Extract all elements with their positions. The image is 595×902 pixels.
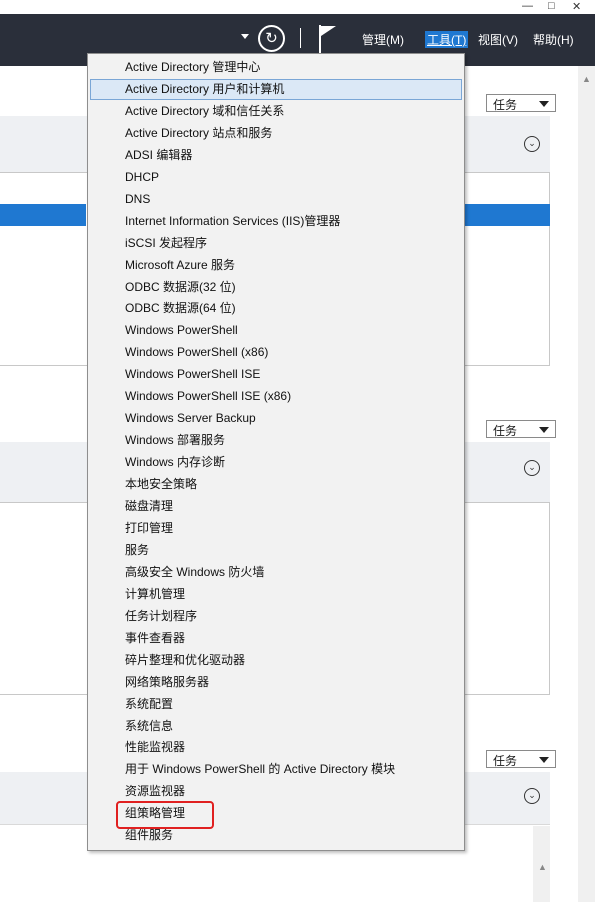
- tools-menu-item[interactable]: DHCP: [90, 167, 462, 188]
- chevron-down-icon: [539, 757, 549, 763]
- tasks-label: 任务: [493, 754, 518, 768]
- tools-menu-item[interactable]: Windows PowerShell (x86): [90, 342, 462, 363]
- tools-menu-item[interactable]: Microsoft Azure 服务: [90, 255, 462, 276]
- tools-dropdown-menu: Active Directory 管理中心 Active Directory 用户…: [87, 53, 465, 851]
- menu-help[interactable]: 帮助(H): [533, 31, 574, 48]
- tools-menu-item[interactable]: 用于 Windows PowerShell 的 Active Directory…: [90, 759, 462, 780]
- scroll-up-icon[interactable]: ▲: [582, 74, 591, 84]
- tools-menu-item[interactable]: Windows Server Backup: [90, 408, 462, 429]
- selected-row[interactable]: [0, 204, 86, 226]
- tools-menu-item[interactable]: ADSI 编辑器: [90, 145, 462, 166]
- tools-menu-item[interactable]: 磁盘清理: [90, 496, 462, 517]
- tasks-dropdown-1[interactable]: 任务: [486, 94, 556, 112]
- tasks-label: 任务: [493, 98, 518, 112]
- tools-menu-item[interactable]: 任务计划程序: [90, 606, 462, 627]
- tasks-dropdown-3[interactable]: 任务: [486, 750, 556, 768]
- refresh-icon[interactable]: ↻: [258, 25, 285, 52]
- tools-menu-item[interactable]: Windows PowerShell ISE: [90, 364, 462, 385]
- expand-icon[interactable]: ⌄: [524, 136, 540, 152]
- menu-tools[interactable]: 工具(T): [425, 31, 469, 48]
- close-icon[interactable]: ✕: [572, 0, 581, 13]
- tools-menu-item[interactable]: 计算机管理: [90, 584, 462, 605]
- tools-menu-item[interactable]: Internet Information Services (IIS)管理器: [90, 211, 462, 232]
- tools-menu-item[interactable]: 性能监视器: [90, 737, 462, 758]
- minimize-icon[interactable]: —: [522, 0, 533, 12]
- tools-menu-item[interactable]: DNS: [90, 189, 462, 210]
- menu-manage[interactable]: 管理(M): [362, 31, 404, 48]
- tools-menu-item[interactable]: 系统信息: [90, 716, 462, 737]
- expand-icon[interactable]: ⌄: [524, 460, 540, 476]
- tools-menu-item[interactable]: 高级安全 Windows 防火墙: [90, 562, 462, 583]
- tasks-dropdown-2[interactable]: 任务: [486, 420, 556, 438]
- chevron-down-icon: [539, 427, 549, 433]
- tools-menu-item[interactable]: 资源监视器: [90, 781, 462, 802]
- tools-menu-item[interactable]: Active Directory 管理中心: [90, 57, 462, 78]
- expand-icon[interactable]: ⌄: [524, 788, 540, 804]
- tools-menu-item[interactable]: Windows PowerShell ISE (x86): [90, 386, 462, 407]
- tools-menu-item[interactable]: Active Directory 站点和服务: [90, 123, 462, 144]
- tools-menu-item[interactable]: ODBC 数据源(32 位): [90, 277, 462, 298]
- annotation-highlight-box: [116, 801, 214, 829]
- tools-menu-item[interactable]: 打印管理: [90, 518, 462, 539]
- tools-menu-item[interactable]: Windows 内存诊断: [90, 452, 462, 473]
- notification-flag-icon[interactable]: [318, 24, 338, 54]
- scroll-up-icon[interactable]: ▲: [538, 862, 547, 872]
- tools-menu-item[interactable]: Active Directory 域和信任关系: [90, 101, 462, 122]
- menu-view[interactable]: 视图(V): [478, 31, 518, 48]
- tasks-label: 任务: [493, 424, 518, 438]
- tools-menu-item[interactable]: Windows PowerShell: [90, 320, 462, 341]
- window-titlebar: — □ ✕: [0, 0, 595, 14]
- tools-menu-item[interactable]: Active Directory 用户和计算机: [90, 78, 462, 100]
- tools-menu-item[interactable]: iSCSI 发起程序: [90, 233, 462, 254]
- maximize-icon[interactable]: □: [548, 0, 555, 12]
- tools-menu-item[interactable]: 本地安全策略: [90, 474, 462, 495]
- tools-menu-item[interactable]: 服务: [90, 540, 462, 561]
- tools-menu-item[interactable]: 网络策略服务器: [90, 672, 462, 693]
- tools-menu-item[interactable]: ODBC 数据源(64 位): [90, 298, 462, 319]
- chevron-down-icon: [539, 101, 549, 107]
- selected-row-end[interactable]: [464, 204, 550, 226]
- refresh-dropdown-icon[interactable]: [241, 34, 249, 39]
- tools-menu-item[interactable]: Windows 部署服务: [90, 430, 462, 451]
- page-scrollbar[interactable]: [578, 66, 595, 902]
- header-divider: [300, 28, 301, 48]
- tools-menu-item[interactable]: 系统配置: [90, 694, 462, 715]
- tools-menu-item[interactable]: 事件查看器: [90, 628, 462, 649]
- tools-menu-item[interactable]: 碎片整理和优化驱动器: [90, 650, 462, 671]
